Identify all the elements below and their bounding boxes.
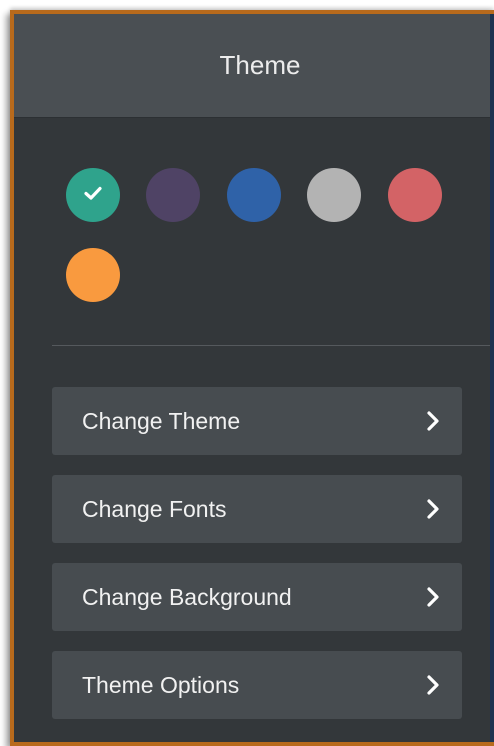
change-background-button[interactable]: Change Background (52, 563, 462, 631)
chevron-right-icon (426, 498, 440, 520)
checkmark-icon (80, 180, 106, 211)
canvas-edge (490, 14, 494, 742)
chevron-right-icon (426, 586, 440, 608)
swatch-orange[interactable] (66, 248, 120, 302)
panel-title: Theme (219, 50, 301, 80)
change-theme-button[interactable]: Change Theme (52, 387, 462, 455)
swatch-purple[interactable] (146, 168, 200, 222)
panel-header: Theme (14, 14, 494, 118)
swatch-blue[interactable] (227, 168, 281, 222)
chevron-right-icon (426, 674, 440, 696)
theme-panel-frame: Theme Change Theme Change Fonts Change B… (10, 10, 494, 746)
menu-item-label: Change Theme (82, 407, 241, 434)
swatch-red[interactable] (388, 168, 442, 222)
swatch-gray[interactable] (307, 168, 361, 222)
theme-options-button[interactable]: Theme Options (52, 651, 462, 719)
menu-item-label: Theme Options (82, 671, 240, 698)
swatch-teal[interactable] (66, 168, 120, 222)
chevron-right-icon (426, 410, 440, 432)
menu-item-label: Change Background (82, 583, 292, 610)
divider (52, 345, 494, 346)
change-fonts-button[interactable]: Change Fonts (52, 475, 462, 543)
menu-item-label: Change Fonts (82, 495, 227, 522)
